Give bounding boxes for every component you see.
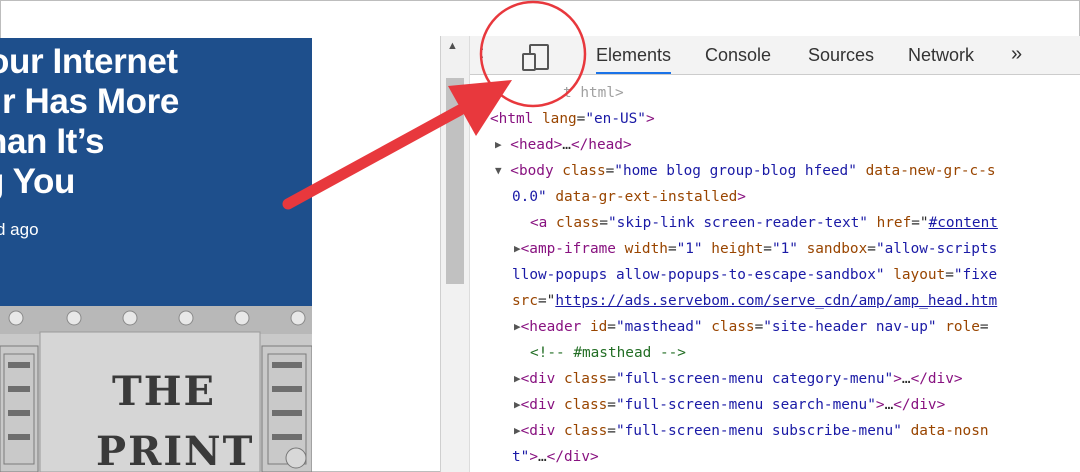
expand-arrow-icon[interactable]: ▶ [495, 138, 502, 151]
expand-arrow-icon[interactable]: ▶ [514, 320, 521, 333]
drag-handle-icon[interactable]: · · · [480, 41, 485, 71]
dom-node-head[interactable]: ▶ <head>…</head> [495, 132, 632, 158]
dom-node-header[interactable]: ▶<header id="masthead" class="site-heade… [514, 314, 989, 340]
tab-sources[interactable]: Sources [808, 36, 874, 74]
dom-node-category-menu[interactable]: ▶<div class="full-screen-menu category-m… [514, 366, 963, 392]
dom-node-search-menu[interactable]: ▶<div class="full-screen-menu search-men… [514, 392, 945, 418]
dom-node-amp-iframe[interactable]: ▶<amp-iframe width="1" height="1" sandbo… [514, 236, 997, 262]
doctype-line: t html> [563, 85, 624, 101]
headline-line: r Has More [2, 82, 179, 121]
scroll-up-icon[interactable]: ▲ [447, 40, 458, 52]
devtools-panel: ▲ · · · Elements Console Sources Network »… [440, 36, 1080, 472]
dom-node-body-cont[interactable]: 0.0" data-gr-ext-installed> [512, 184, 746, 210]
dom-node-skip-link[interactable]: <a class="skip-link screen-reader-text" … [530, 210, 998, 236]
headline-line: our Internet [0, 42, 178, 81]
dom-comment-masthead[interactable]: <!-- #masthead --> [530, 340, 686, 366]
device-toolbar-button[interactable] [516, 42, 556, 72]
elements-dom-tree: t html> <html lang="en-US"> ▶ <head>…</h… [470, 80, 1080, 472]
collapse-arrow-icon[interactable]: ▼ [495, 164, 502, 177]
devtools-toolbar: · · · Elements Console Sources Network » [470, 36, 1080, 75]
tab-elements[interactable]: Elements [596, 36, 672, 74]
tab-console[interactable]: Console [705, 36, 771, 74]
article-timestamp: d ago [0, 220, 39, 239]
headline-line: g You [0, 162, 75, 201]
article-headline[interactable]: our Internet r Has More han It’s g You [0, 42, 312, 202]
vertical-scrollbar[interactable]: ▲ [441, 36, 470, 472]
expand-arrow-icon[interactable]: ▶ [514, 242, 521, 255]
print-sign-text-1: THE [112, 368, 217, 415]
expand-arrow-icon[interactable]: ▶ [514, 398, 521, 411]
dom-node-body[interactable]: ▼ <body class="home blog group-blog hfee… [495, 158, 996, 184]
article-image[interactable]: THE PRINT [0, 306, 312, 472]
headline-line: han It’s [0, 122, 105, 161]
device-toolbar-icon [522, 44, 549, 71]
dom-node-amp-iframe-cont[interactable]: llow-popups allow-popups-to-escape-sandb… [512, 262, 997, 288]
expand-arrow-icon[interactable]: ▶ [514, 372, 521, 385]
more-tabs-icon[interactable]: » [1011, 36, 1022, 74]
tab-network[interactable]: Network [908, 36, 974, 74]
scrollbar-thumb[interactable] [446, 78, 464, 284]
expand-arrow-icon[interactable]: ▶ [514, 424, 521, 437]
article-panel[interactable]: our Internet r Has More han It’s g You d… [0, 38, 312, 306]
print-sign-text-2: PRINT [96, 428, 255, 472]
dom-node-amp-iframe-src[interactable]: src="https://ads.servebom.com/serve_cdn/… [512, 288, 997, 314]
dom-node-html[interactable]: <html lang="en-US"> [490, 106, 655, 132]
src-link[interactable]: https://ads.servebom.com/serve_cdn/amp/a… [555, 293, 997, 309]
dom-node-subscribe-menu[interactable]: ▶<div class="full-screen-menu subscribe-… [514, 418, 989, 444]
dom-node-subscribe-menu-cont[interactable]: t">…</div> [512, 444, 599, 470]
